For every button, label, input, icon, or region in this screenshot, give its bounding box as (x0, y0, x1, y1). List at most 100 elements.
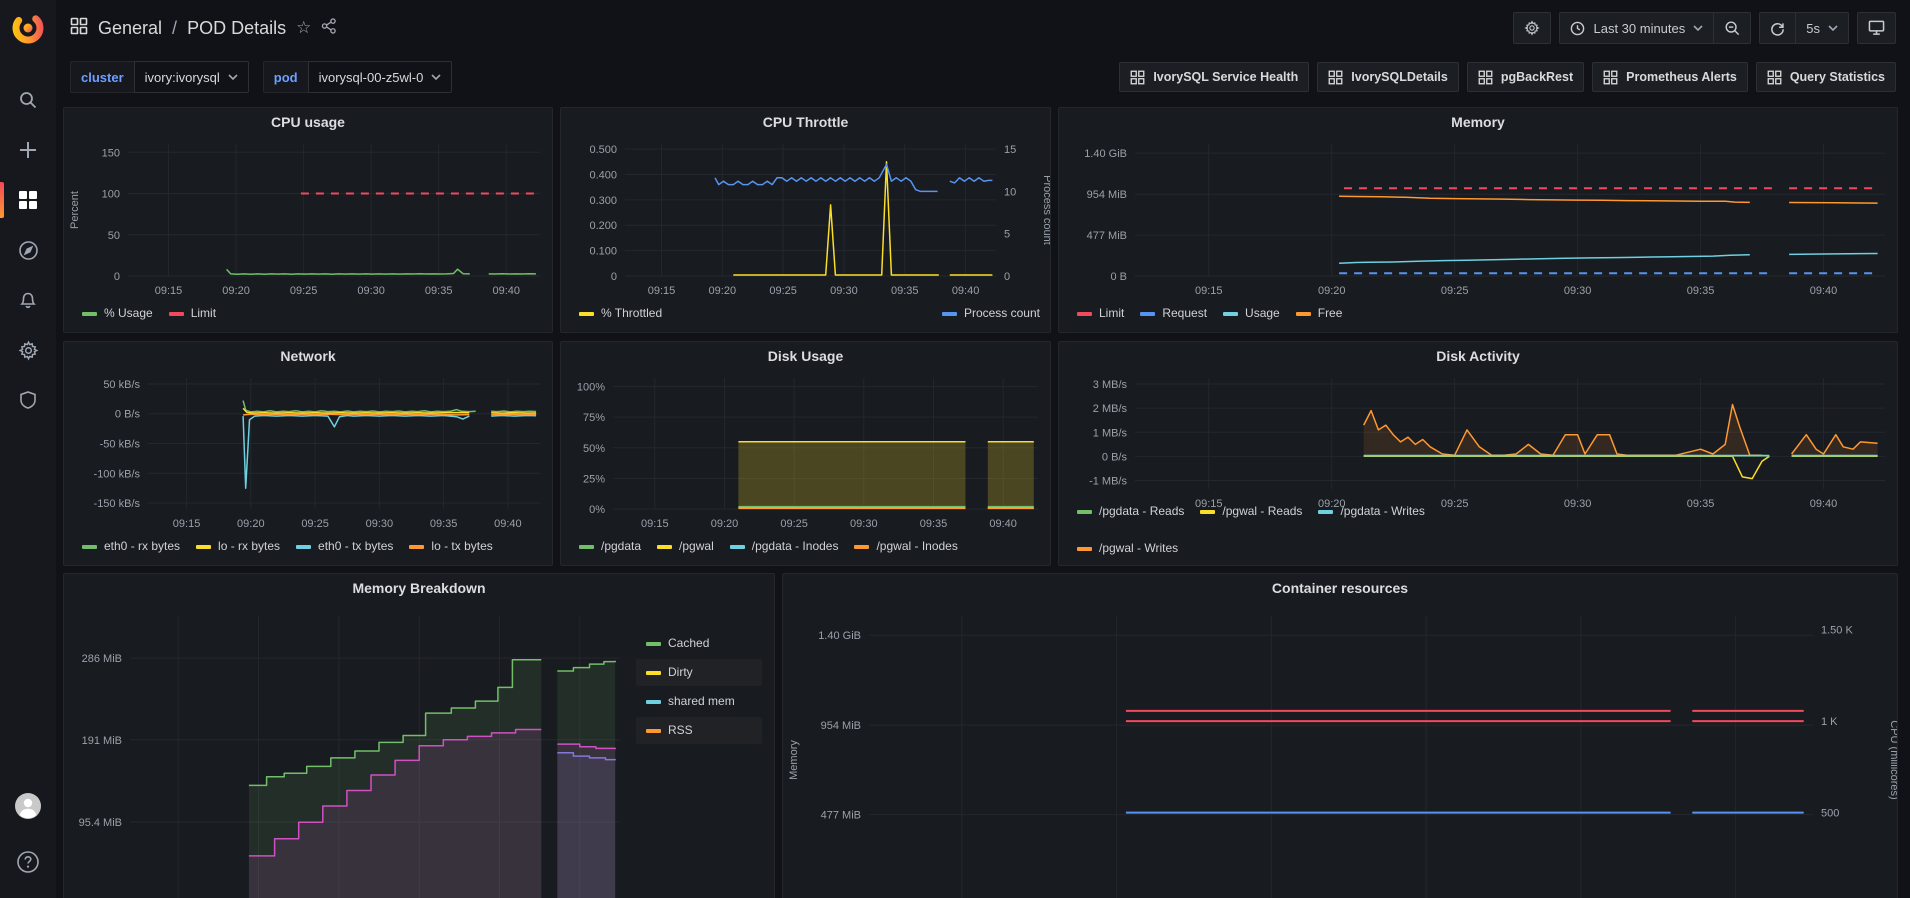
apps-grid-icon (70, 17, 88, 40)
dashboard-link-button[interactable]: IvorySQLDetails (1317, 62, 1459, 92)
legend-item[interactable]: Limit (1077, 303, 1124, 324)
legend-item[interactable]: /pgdata - Writes (1318, 501, 1424, 522)
legend: CachedDirtyshared memRSS (636, 630, 762, 744)
variable-cluster-value[interactable]: ivory:ivorysql (134, 61, 249, 93)
legend-item[interactable]: /pgwal - Writes (1077, 538, 1178, 559)
dashboard-link-button[interactable]: IvorySQL Service Health (1119, 62, 1309, 92)
legend-item[interactable]: RSS (636, 717, 762, 744)
legend-item[interactable]: shared mem (636, 688, 762, 715)
apps-grid-icon (1130, 70, 1145, 85)
legend-swatch (942, 312, 957, 316)
memory-chart[interactable]: 09:1509:2009:2509:3009:3509:400 B477 MiB… (1059, 108, 1897, 332)
panel-title[interactable]: Network (64, 348, 552, 364)
network-chart[interactable]: 09:1509:2009:2509:3009:3509:4050 kB/s0 B… (64, 342, 552, 565)
legend-label: /pgwal - Writes (1099, 538, 1178, 559)
svg-text:2 MB/s: 2 MB/s (1093, 403, 1128, 415)
user-avatar[interactable] (0, 784, 56, 828)
legend-item[interactable]: Cached (636, 630, 762, 657)
dashboards-icon[interactable] (0, 178, 56, 222)
legend-item[interactable]: Limit (169, 303, 216, 324)
svg-text:15: 15 (1004, 144, 1016, 156)
time-range-picker[interactable]: Last 30 minutes (1559, 12, 1714, 44)
svg-text:3 MB/s: 3 MB/s (1093, 379, 1128, 391)
legend-item[interactable]: /pgwal (657, 536, 714, 557)
dashboard-link-button[interactable]: pgBackRest (1467, 62, 1584, 92)
search-icon[interactable] (0, 78, 56, 122)
svg-text:1.40 GiB: 1.40 GiB (1084, 148, 1127, 160)
svg-text:09:35: 09:35 (425, 285, 453, 297)
configuration-gear-icon[interactable] (0, 328, 56, 372)
refresh-button[interactable] (1759, 12, 1796, 44)
legend-item[interactable]: Process count (942, 303, 1040, 324)
panel-title[interactable]: Disk Activity (1059, 348, 1897, 364)
legend-item[interactable]: Dirty (636, 659, 762, 686)
legend-item[interactable]: % Throttled (579, 303, 662, 324)
legend-label: Process count (964, 303, 1040, 324)
submenu: cluster ivory:ivorysql pod ivorysql-00-z… (56, 56, 1910, 98)
star-icon[interactable]: ☆ (296, 18, 311, 38)
create-plus-icon[interactable] (0, 128, 56, 172)
panel-title[interactable]: Memory Breakdown (64, 580, 774, 596)
panel-memory: Memory 09:1509:2009:2509:3009:3509:400 B… (1058, 107, 1898, 333)
kiosk-mode-button[interactable] (1857, 12, 1896, 44)
svg-text:10: 10 (1004, 186, 1016, 198)
legend-item[interactable]: /pgdata - Inodes (730, 536, 839, 557)
legend-item[interactable]: % Usage (82, 303, 153, 324)
legend-item[interactable]: eth0 - rx bytes (82, 536, 180, 557)
legend-label: Usage (1245, 303, 1280, 324)
variable-pod-value[interactable]: ivorysql-00-z5wl-0 (308, 61, 453, 93)
svg-text:0 B/s: 0 B/s (115, 409, 141, 421)
dashboard-link-button[interactable]: Prometheus Alerts (1592, 62, 1748, 92)
disk-usage-chart[interactable]: 09:1509:2009:2509:3009:3509:400%25%50%75… (561, 342, 1050, 565)
help-icon[interactable] (0, 840, 56, 884)
server-admin-shield-icon[interactable] (0, 378, 56, 422)
dashboard-link-button[interactable]: Query Statistics (1756, 62, 1896, 92)
svg-text:09:20: 09:20 (1318, 285, 1346, 297)
legend-label: /pgdata - Inodes (752, 536, 839, 557)
svg-text:954 MiB: 954 MiB (1087, 189, 1127, 201)
legend-item[interactable]: /pgdata (579, 536, 641, 557)
legend-item[interactable]: Free (1296, 303, 1343, 324)
svg-text:0 B/s: 0 B/s (1102, 451, 1128, 463)
container-resources-chart[interactable]: 09:1509:2009:2509:3009:3509:400 B477 MiB… (783, 574, 1897, 898)
zoom-out-button[interactable] (1714, 12, 1751, 44)
svg-text:09:40: 09:40 (494, 518, 522, 530)
legend-swatch (646, 729, 661, 733)
refresh-interval-picker[interactable]: 5s (1796, 12, 1849, 44)
legend-item[interactable]: Usage (1223, 303, 1280, 324)
dashboard-settings-button[interactable] (1513, 12, 1551, 44)
legend-item[interactable]: lo - tx bytes (409, 536, 492, 557)
panel-title[interactable]: CPU Throttle (561, 114, 1050, 130)
breadcrumb-page[interactable]: POD Details (187, 18, 286, 39)
legend-item[interactable]: /pgwal - Inodes (854, 536, 957, 557)
cpu-usage-chart[interactable]: 09:1509:2009:2509:3009:3509:40050100150P… (64, 108, 552, 332)
legend-item[interactable]: Request (1140, 303, 1207, 324)
svg-text:1.40 GiB: 1.40 GiB (818, 630, 861, 642)
svg-text:0: 0 (611, 271, 617, 283)
header-toolbar: Last 30 minutes 5s (1513, 12, 1896, 44)
legend-item[interactable]: /pgwal - Reads (1200, 501, 1302, 522)
share-icon[interactable] (321, 18, 337, 39)
panel-title[interactable]: CPU usage (64, 114, 552, 130)
svg-text:09:15: 09:15 (155, 285, 183, 297)
svg-text:09:25: 09:25 (1441, 285, 1469, 297)
svg-text:09:30: 09:30 (830, 285, 858, 297)
cpu-throttle-chart[interactable]: 09:1509:2009:2509:3009:3509:4000.1000.20… (561, 108, 1050, 332)
explore-compass-icon[interactable] (0, 228, 56, 272)
legend-item[interactable]: lo - rx bytes (196, 536, 280, 557)
svg-text:1 MB/s: 1 MB/s (1093, 427, 1128, 439)
legend-item[interactable]: eth0 - tx bytes (296, 536, 393, 557)
legend: /pgdata/pgwal/pgdata - Inodes/pgwal - In… (579, 536, 1040, 557)
legend-label: Free (1318, 303, 1343, 324)
breadcrumb-section[interactable]: General (98, 18, 162, 39)
svg-text:0.100: 0.100 (589, 246, 617, 258)
panel-title[interactable]: Container resources (783, 580, 1897, 596)
apps-grid-icon (1328, 70, 1343, 85)
grafana-logo-icon[interactable] (8, 8, 48, 48)
svg-text:Process count: Process count (1041, 175, 1051, 245)
legend-item[interactable]: /pgdata - Reads (1077, 501, 1184, 522)
legend-swatch (82, 312, 97, 316)
panel-title[interactable]: Memory (1059, 114, 1897, 130)
alerting-bell-icon[interactable] (0, 278, 56, 322)
panel-title[interactable]: Disk Usage (561, 348, 1050, 364)
